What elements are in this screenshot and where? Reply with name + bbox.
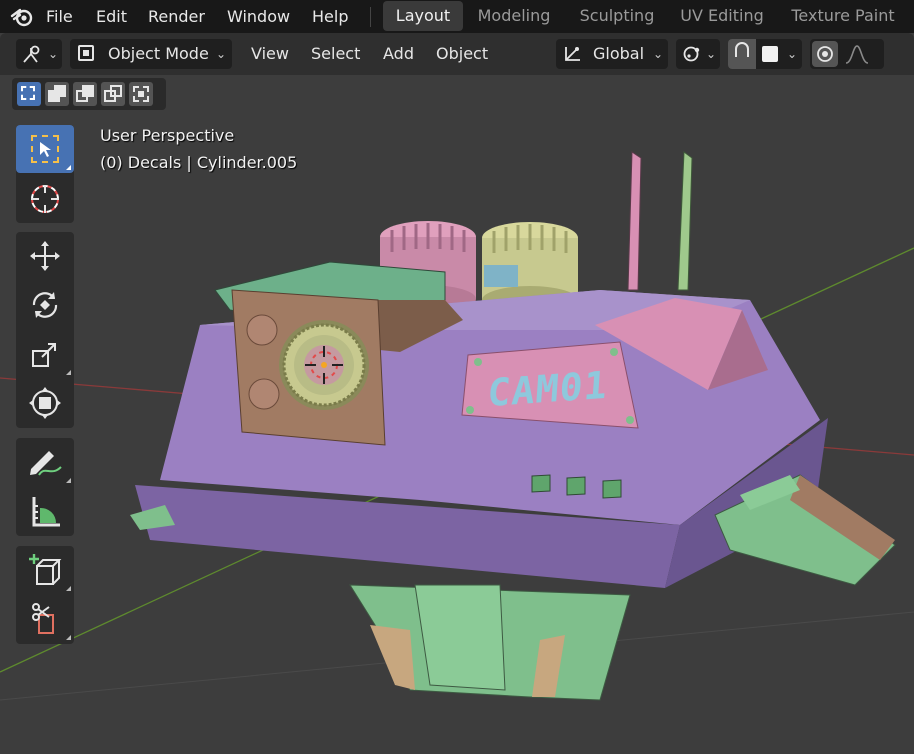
menu-file[interactable]: File — [46, 0, 73, 33]
chevron-down-icon: ⌄ — [48, 47, 59, 61]
knob-pink-ridges — [390, 223, 466, 252]
editor-type-button[interactable]: ⌄ — [16, 39, 62, 69]
menu-render[interactable]: Render — [148, 0, 205, 33]
tool-add-cube[interactable] — [16, 546, 74, 594]
scale-icon — [32, 343, 56, 367]
chevron-down-icon: ⌄ — [653, 47, 664, 61]
knob-olive-label — [484, 265, 518, 287]
menu-view[interactable]: View — [251, 39, 289, 69]
proportional-edit-group — [810, 39, 884, 69]
scene-render — [0, 151, 914, 701]
move-icon — [30, 241, 60, 271]
green-button-1 — [531, 474, 551, 493]
measure-icon — [32, 497, 60, 527]
transform-icon — [29, 387, 61, 419]
chevron-down-icon: ⌄ — [787, 47, 798, 61]
select-intersect-icon[interactable] — [129, 82, 153, 106]
falloff-curve-icon[interactable] — [844, 43, 870, 75]
tool-group-annotate — [16, 438, 74, 536]
tool-transform[interactable] — [16, 379, 74, 427]
green-button-3 — [602, 479, 622, 499]
camera-circle-bottom — [248, 378, 280, 410]
snap-target-icon[interactable] — [762, 46, 778, 62]
menu-select[interactable]: Select — [311, 39, 360, 69]
tool-cursor[interactable] — [16, 175, 74, 223]
topbar-divider — [370, 7, 371, 27]
3d-viewport[interactable]: CAM01 User Perspective (0) Decals | Cyli… — [0, 110, 914, 754]
mode-dropdown[interactable]: Object Mode ⌄ — [70, 39, 232, 69]
annotate-icon — [30, 451, 62, 476]
cursor-icon — [31, 185, 59, 213]
origin-dot — [321, 362, 327, 368]
antenna-pink — [627, 151, 642, 291]
pivot-point-icon — [681, 44, 703, 74]
blender-logo-icon[interactable] — [10, 6, 34, 28]
scissors-icon — [32, 603, 54, 634]
tool-group-add — [16, 546, 74, 644]
menu-edit[interactable]: Edit — [96, 0, 127, 33]
orientation-label: Global — [593, 44, 645, 63]
object-info: (0) Decals | Cylinder.005 — [100, 153, 298, 172]
tool-measure[interactable] — [16, 487, 74, 535]
select-subtract-icon[interactable] — [73, 82, 97, 106]
green-button-2 — [566, 476, 586, 496]
tab-uv-editing[interactable]: UV Editing — [674, 1, 770, 31]
decal-text: CAM01 — [486, 362, 610, 416]
menu-window[interactable]: Window — [227, 0, 290, 33]
antenna-green — [677, 151, 693, 291]
snap-group: ⌄ — [728, 39, 802, 69]
transform-orientation-icon — [562, 44, 584, 74]
chevron-down-icon: ⌄ — [216, 47, 227, 61]
chevron-down-icon: ⌄ — [706, 47, 717, 61]
rotate-icon — [32, 292, 58, 318]
tab-sculpting[interactable]: Sculpting — [570, 1, 664, 31]
object-mode-icon — [78, 45, 94, 61]
menu-help[interactable]: Help — [312, 0, 348, 33]
add-cube-icon — [29, 554, 62, 585]
tool-group-select — [16, 125, 74, 223]
camera-circle-top — [246, 314, 278, 346]
tab-modeling[interactable]: Modeling — [470, 1, 558, 31]
orientation-dropdown[interactable]: Global ⌄ — [556, 39, 668, 69]
tab-layout[interactable]: Layout — [383, 1, 463, 31]
viewport-editor-icon — [22, 44, 44, 74]
tool-select-box[interactable] — [16, 125, 74, 173]
menu-add[interactable]: Add — [383, 39, 414, 69]
pivot-dropdown[interactable]: ⌄ — [676, 39, 720, 69]
menu-object[interactable]: Object — [436, 39, 488, 69]
select-new-icon[interactable] — [17, 82, 41, 106]
select-extend-icon[interactable] — [45, 82, 69, 106]
view-name: User Perspective — [100, 126, 235, 145]
tool-annotate[interactable] — [16, 438, 74, 486]
tool-group-transform — [16, 232, 74, 428]
tab-texture-paint[interactable]: Texture Paint — [782, 1, 904, 31]
select-difference-icon[interactable] — [101, 82, 125, 106]
tool-scale[interactable] — [16, 330, 74, 378]
tool-shear[interactable] — [16, 595, 74, 643]
select-box-icon — [31, 135, 59, 163]
tool-move[interactable] — [16, 232, 74, 280]
selection-mode-bar — [12, 78, 166, 110]
top-bar: File Edit Render Window Help Layout Mode… — [0, 0, 914, 33]
viewport-header: ⌄ Object Mode ⌄ View Select Add Object G… — [0, 33, 914, 75]
mode-label: Object Mode — [108, 44, 209, 63]
tool-rotate[interactable] — [16, 281, 74, 329]
proportional-edit-icon[interactable] — [812, 41, 838, 67]
snap-toggle-icon[interactable] — [728, 39, 756, 69]
